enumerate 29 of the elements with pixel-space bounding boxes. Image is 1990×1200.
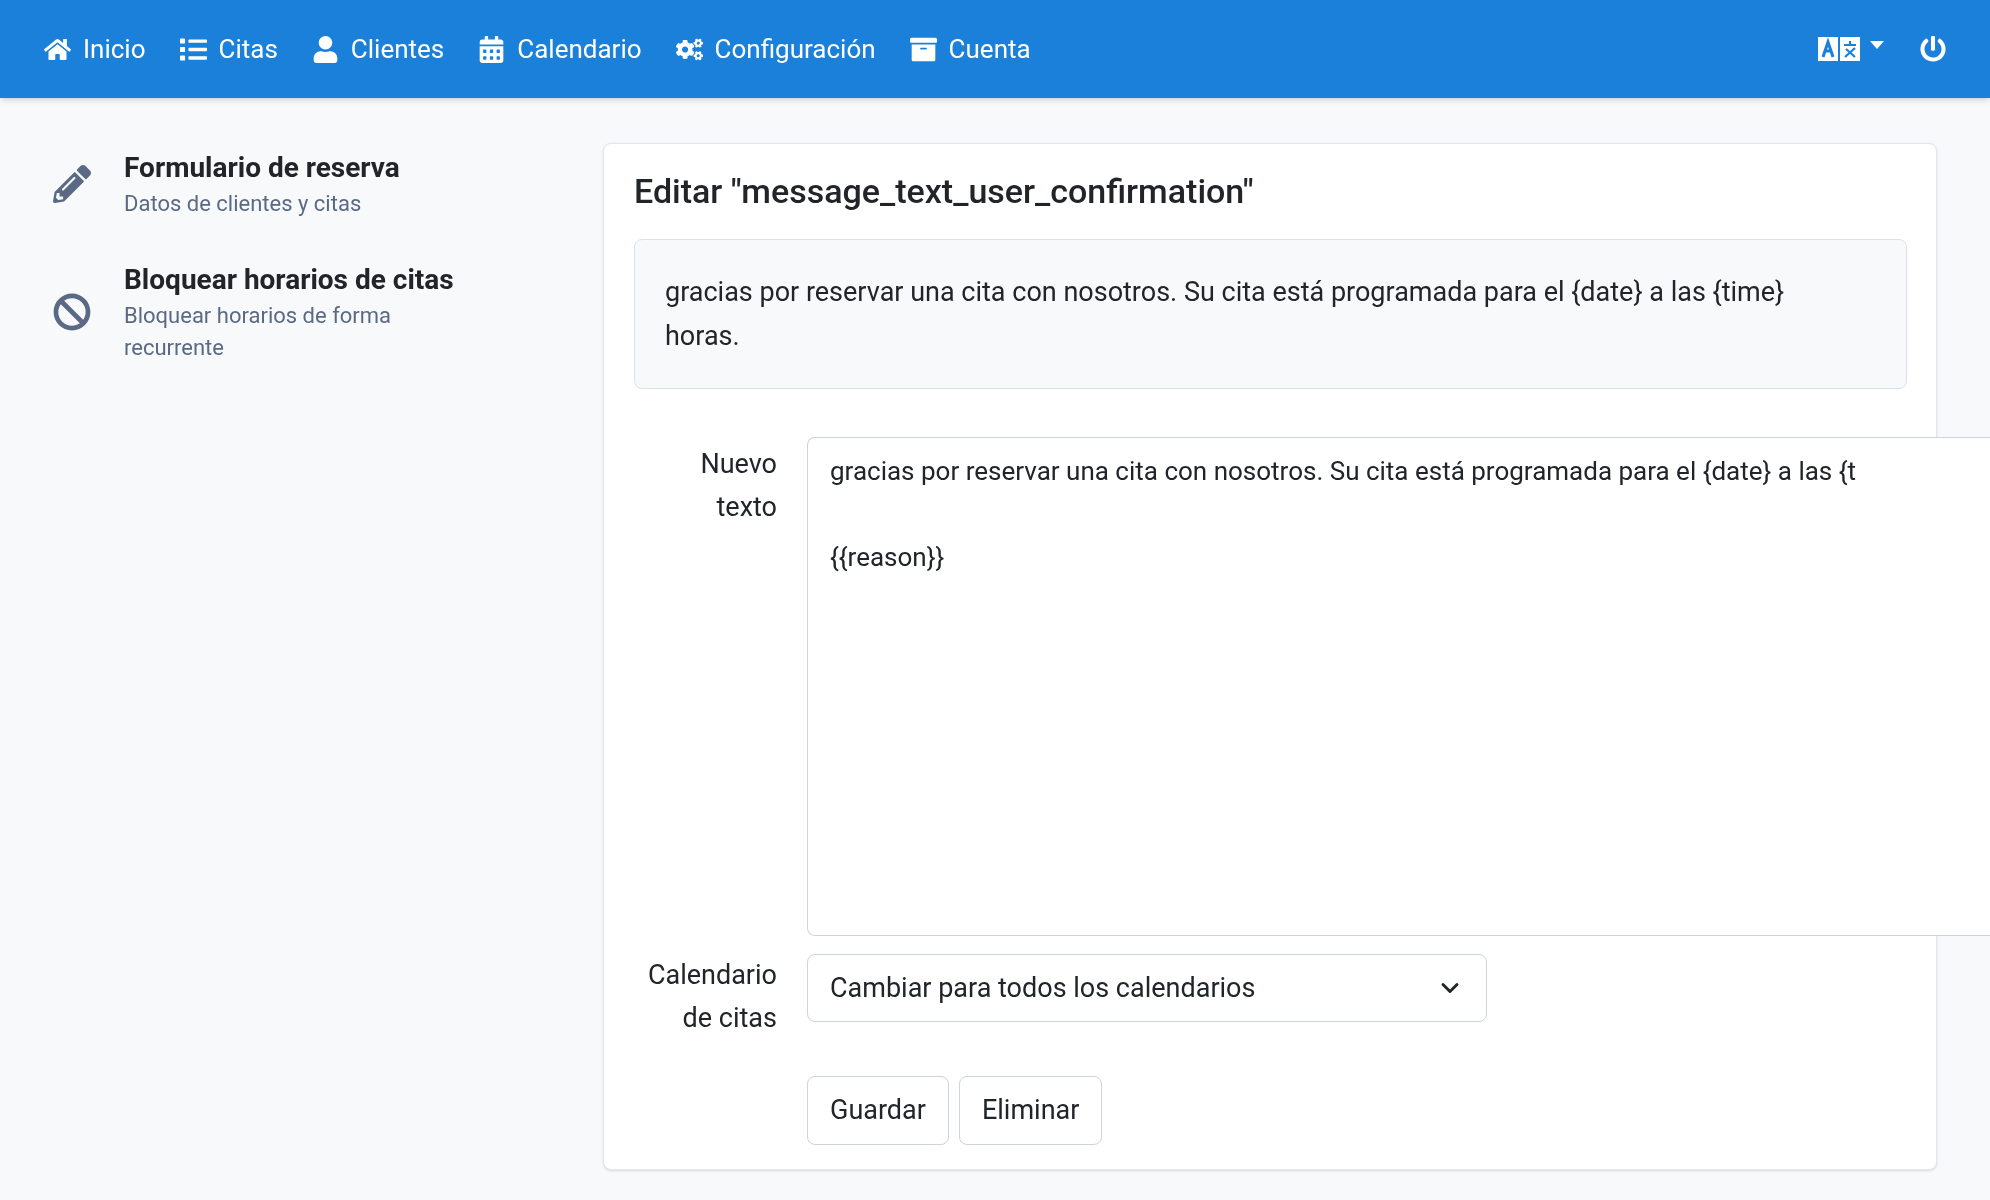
sidebar-item-subtitle: Bloquear horarios de forma recurrente: [124, 302, 393, 362]
form-button[interactable]: Eliminar: [958, 1076, 1103, 1145]
sidebar-item-title: Formulario de reserva: [124, 150, 401, 186]
nav-link[interactable]: Cuenta: [909, 29, 1031, 69]
nav-link[interactable]: Citas: [179, 29, 278, 69]
text-area[interactable]: gracias por reservar una cita con nosotros. Su cita está programada para el {date} a las {t {{reason}}: [807, 437, 1990, 936]
nav-link[interactable]: Clientes: [311, 29, 445, 69]
nav-link[interactable]: Configuración: [675, 29, 876, 69]
sidebar-item-subtitle: Datos de clientes y citas: [124, 190, 363, 218]
caret-icon: [1870, 40, 1884, 50]
user-icon: [311, 35, 339, 63]
sidebar-item[interactable]: Bloquear horarios de citas Bloquear horarios de forma recurrente: [52, 260, 603, 364]
field-label: Calendario de citas: [646, 958, 777, 1036]
language-dropdown[interactable]: [1818, 37, 1884, 61]
logout-button[interactable]: [1920, 36, 1946, 62]
current-text-box: gracias por reservar una cita con nosotros. Su cita está programada para el {date} a las {time} horas.: [634, 239, 1907, 389]
archive-icon: [909, 35, 937, 63]
translate-icon: [1818, 37, 1860, 61]
pencil-icon: [53, 165, 91, 203]
editor-title: Editar "message_text_user_confirmation": [634, 170, 1255, 213]
sidebar-item-title: Bloquear horarios de citas: [124, 262, 455, 298]
calendar-icon: [478, 35, 506, 63]
nav-link[interactable]: Calendario: [478, 29, 642, 69]
sidebar-item[interactable]: Formulario de reserva Datos de clientes y citas: [52, 148, 603, 220]
form-button[interactable]: Guardar: [807, 1076, 949, 1145]
field-label: Nuevo texto: [699, 447, 777, 525]
ban-icon: [53, 293, 91, 331]
nav-link[interactable]: Inicio: [44, 29, 146, 69]
calendar-select[interactable]: Cambiar para todos los calendarios: [807, 954, 1487, 1022]
